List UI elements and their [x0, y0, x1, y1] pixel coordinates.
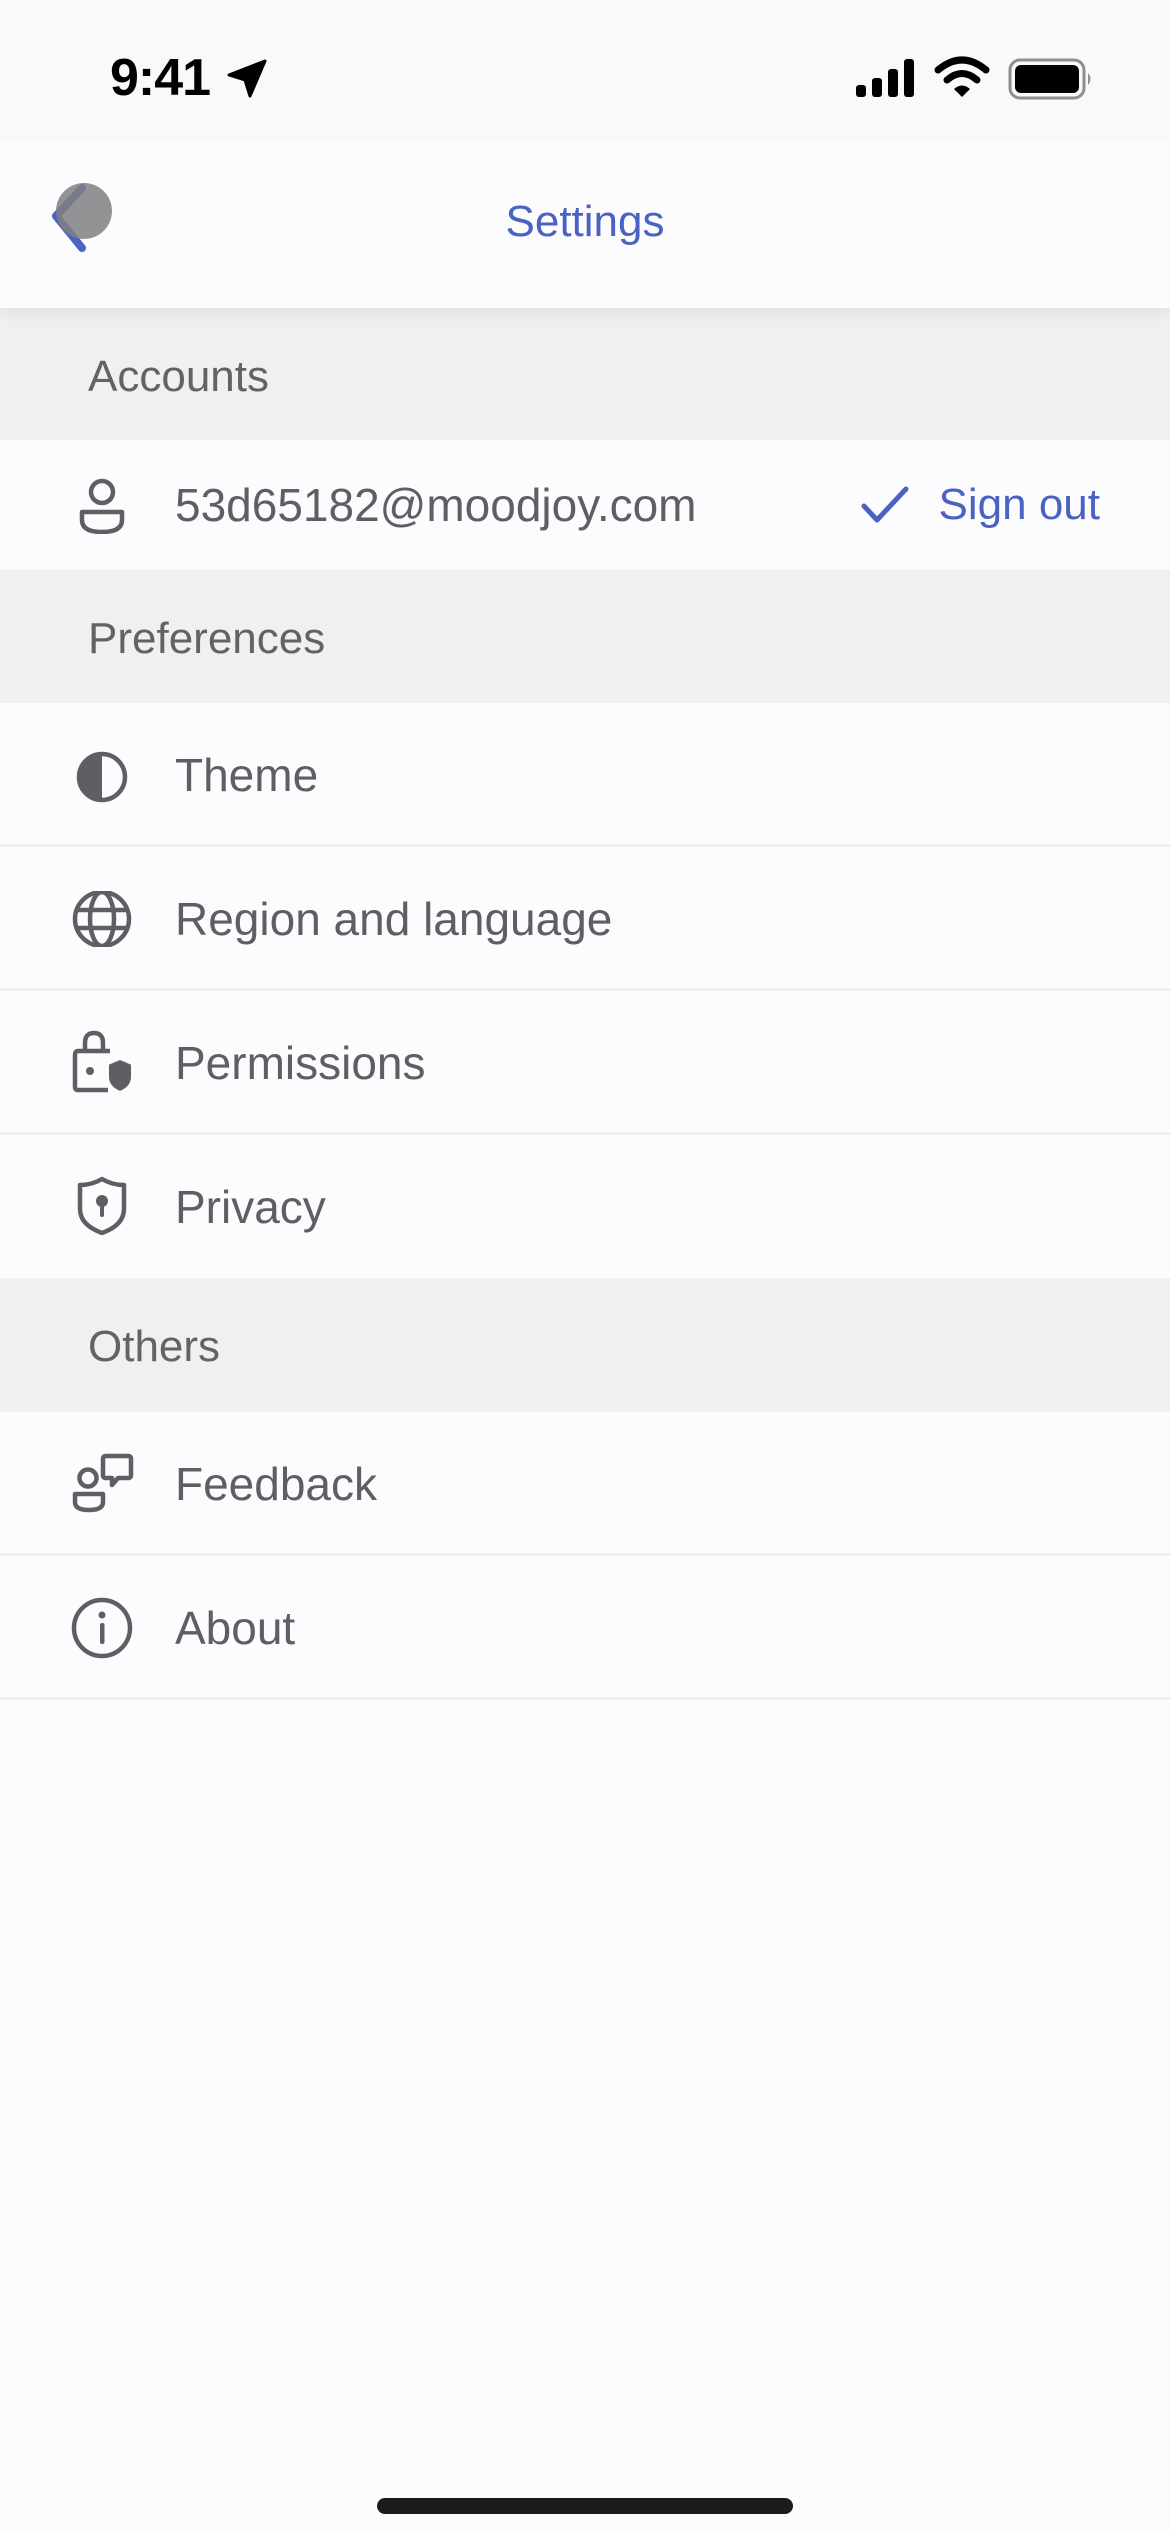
status-time: 9:41 [110, 49, 211, 107]
settings-item-privacy[interactable]: Privacy [0, 1135, 1170, 1279]
person-icon [79, 478, 125, 534]
section-header-others: Others [0, 1278, 1170, 1412]
location-arrow-icon [227, 59, 267, 98]
wifi-icon [934, 56, 990, 97]
checkmark-icon [861, 486, 909, 523]
touch-indicator [56, 183, 112, 239]
section-header-accounts: Accounts [0, 308, 1170, 440]
home-indicator[interactable] [377, 2498, 793, 2514]
shield-keyhole-icon [77, 1176, 127, 1235]
settings-item-label: Theme [175, 749, 319, 801]
account-row: 53d65182@moodjoy.com Sign out [0, 440, 1170, 570]
cellular-signal-icon [856, 59, 914, 97]
settings-item-theme[interactable]: Theme [0, 703, 1170, 847]
settings-item-label: Permissions [175, 1037, 426, 1089]
info-circle-icon [71, 1597, 133, 1659]
settings-item-label: About [175, 1602, 296, 1654]
section-header-preferences: Preferences [0, 570, 1170, 703]
status-bar: 9:41 [0, 0, 1170, 140]
settings-item-about[interactable]: About [0, 1556, 1170, 1700]
lock-shield-icon [72, 1030, 133, 1093]
settings-item-permissions[interactable]: Permissions [0, 991, 1170, 1135]
sign-out-button[interactable]: Sign out [861, 477, 1100, 533]
person-speech-bubble-icon [72, 1453, 134, 1513]
account-email: 53d65182@moodjoy.com [175, 479, 697, 531]
battery-full-icon [1008, 58, 1091, 100]
navigation-header: Settings [0, 140, 1170, 308]
section-title: Accounts [88, 352, 269, 401]
settings-item-label: Region and language [175, 893, 613, 945]
sign-out-label: Sign out [938, 480, 1100, 529]
section-title: Others [88, 1322, 221, 1371]
settings-item-feedback[interactable]: Feedback [0, 1412, 1170, 1556]
settings-item-region-language[interactable]: Region and language [0, 847, 1170, 991]
half-circle-contrast-icon [76, 751, 128, 803]
settings-item-label: Privacy [175, 1181, 326, 1233]
settings-item-label: Feedback [175, 1458, 378, 1510]
page-title: Settings [505, 197, 665, 246]
globe-icon [72, 891, 132, 947]
section-title: Preferences [88, 614, 326, 663]
